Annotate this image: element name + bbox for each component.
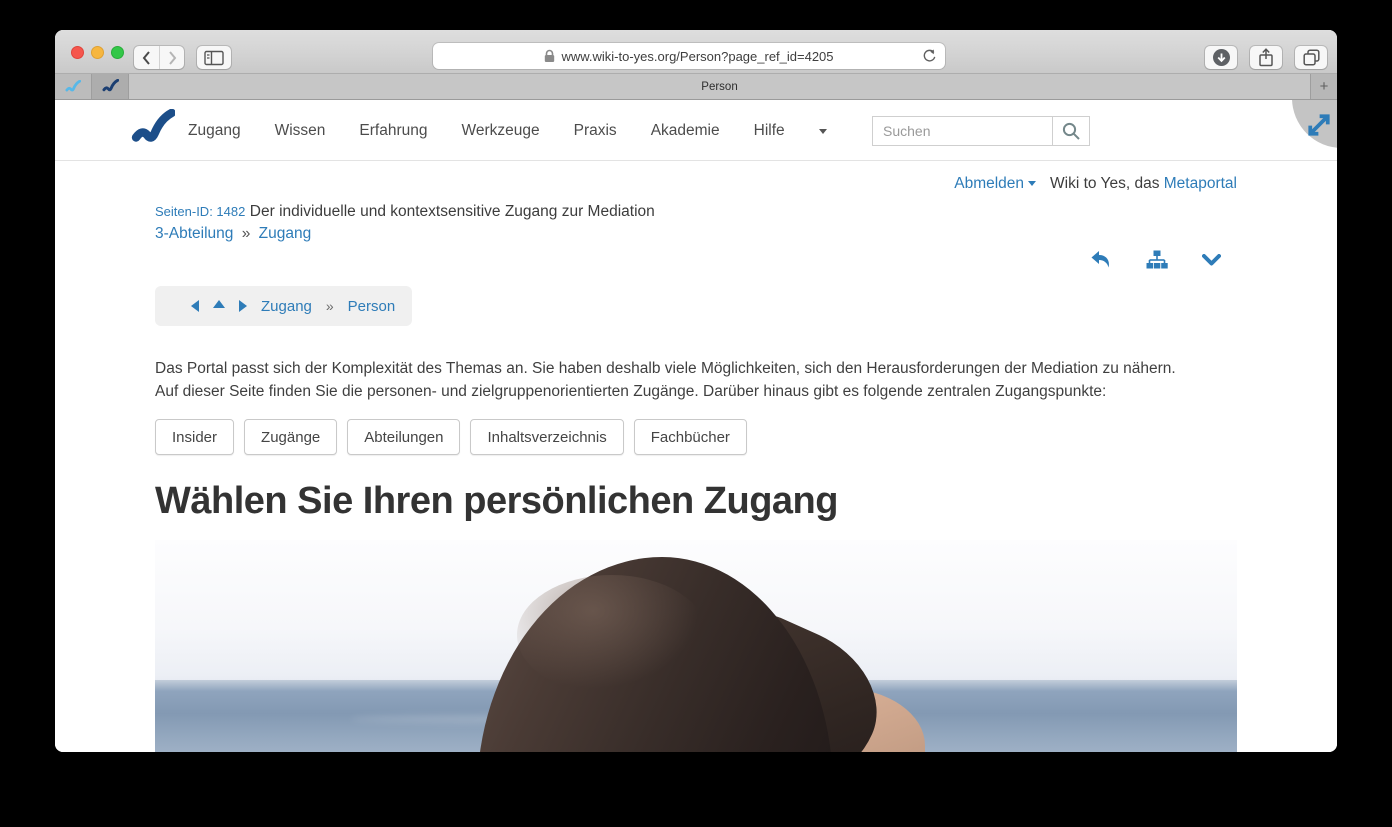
meta-separator: » [238, 225, 255, 242]
hero-photo-woman-looking-at-sea [155, 540, 1237, 752]
button-abteilungen[interactable]: Abteilungen [347, 419, 460, 455]
section-heading: Wählen Sie Ihren persönlichen Zugang [155, 480, 1237, 523]
undo-icon [1090, 250, 1112, 270]
menu-item-praxis[interactable]: Praxis [574, 122, 617, 140]
page-meta: Seiten-ID: 1482 Der individuelle und kon… [155, 201, 1237, 245]
lock-icon [544, 49, 555, 63]
page-subtitle: Der individuelle und kontextsensitive Zu… [250, 203, 655, 220]
plus-icon: + [1320, 78, 1329, 95]
collapse-button[interactable] [1202, 254, 1221, 267]
url-text: www.wiki-to-yes.org/Person?page_ref_id=4… [561, 49, 833, 64]
search-button[interactable] [1052, 116, 1090, 146]
web-page: Zugang Wissen Erfahrung Werkzeuge Praxis… [55, 100, 1337, 752]
breadcrumb-next-icon[interactable] [239, 300, 247, 312]
button-insider[interactable]: Insider [155, 419, 234, 455]
pinned-tab-2[interactable] [92, 74, 129, 99]
breadcrumb-prev-icon[interactable] [191, 300, 199, 312]
button-zugaenge[interactable]: Zugänge [244, 419, 337, 455]
intro-paragraph: Das Portal passt sich der Komplexität de… [155, 357, 1237, 403]
browser-window: www.wiki-to-yes.org/Person?page_ref_id=4… [55, 30, 1337, 752]
download-icon [1213, 49, 1230, 66]
reload-icon [922, 49, 936, 63]
menu-item-erfahrung[interactable]: Erfahrung [359, 122, 427, 140]
menu-item-werkzeuge[interactable]: Werkzeuge [461, 122, 539, 140]
page-id-label: Seiten-ID: 1482 [155, 204, 245, 219]
menu-more-caret-icon[interactable] [819, 129, 827, 134]
search-input[interactable] [872, 116, 1052, 146]
window-minimize-button[interactable] [91, 46, 104, 59]
back-button[interactable] [134, 46, 159, 69]
section-target-link[interactable]: Zugang [259, 225, 312, 242]
pinned-tab-1-checkmark-icon [65, 80, 81, 94]
wiki-to-yes-logo-checkmark-icon[interactable] [131, 109, 175, 149]
logout-link[interactable]: Abmelden [954, 175, 1036, 193]
header-links: Abmelden Wiki to Yes, das Metaportal [155, 175, 1237, 193]
menu-item-hilfe[interactable]: Hilfe [754, 122, 785, 140]
history-nav-group [134, 46, 184, 69]
pinned-tab-1[interactable] [55, 74, 92, 99]
tab-title: Person [701, 81, 737, 93]
site-navigation: Zugang Wissen Erfahrung Werkzeuge Praxis… [55, 100, 1337, 161]
quick-link-buttons: Insider Zugänge Abteilungen Inhaltsverze… [155, 419, 1237, 455]
site-search [872, 116, 1090, 146]
search-icon [1062, 122, 1081, 141]
window-zoom-button[interactable] [111, 46, 124, 59]
section-link[interactable]: 3-Abteilung [155, 225, 233, 242]
menu-item-zugang[interactable]: Zugang [188, 122, 241, 140]
forward-chevron-icon [166, 50, 178, 66]
tab-overview-button[interactable] [1295, 46, 1327, 69]
back-chevron-icon [141, 50, 153, 66]
menu-item-akademie[interactable]: Akademie [651, 122, 720, 140]
tab-bar: Person + [55, 74, 1337, 100]
menu-item-wissen[interactable]: Wissen [275, 122, 326, 140]
window-close-button[interactable] [71, 46, 84, 59]
breadcrumb: Zugang » Person [155, 286, 412, 326]
button-inhaltsverzeichnis[interactable]: Inhaltsverzeichnis [470, 419, 623, 455]
intro-line-1: Das Portal passt sich der Komplexität de… [155, 357, 1237, 380]
downloads-button[interactable] [1205, 46, 1237, 69]
forward-button[interactable] [159, 46, 184, 69]
share-button[interactable] [1250, 46, 1282, 69]
logout-caret-icon [1028, 181, 1036, 186]
sitemap-icon [1146, 250, 1168, 270]
share-icon [1258, 48, 1274, 67]
reload-button[interactable] [922, 49, 936, 63]
breadcrumb-separator: » [326, 298, 334, 314]
new-tab-button[interactable]: + [1311, 74, 1337, 99]
site-tagline: Wiki to Yes, das Metaportal [1050, 175, 1237, 193]
undo-button[interactable] [1090, 250, 1112, 270]
sidebar-icon [204, 50, 224, 66]
expand-arrows-icon [1304, 110, 1334, 140]
page-action-icons [1090, 250, 1221, 270]
breadcrumb-link-zugang[interactable]: Zugang [261, 298, 312, 315]
breadcrumb-current-person[interactable]: Person [348, 298, 396, 315]
button-fachbuecher[interactable]: Fachbücher [634, 419, 747, 455]
tab-person[interactable]: Person [129, 74, 1311, 99]
metaportal-link[interactable]: Metaportal [1164, 175, 1237, 192]
main-menu: Zugang Wissen Erfahrung Werkzeuge Praxis… [188, 100, 827, 161]
pinned-tab-2-checkmark-icon [102, 79, 119, 94]
structure-button[interactable] [1146, 250, 1168, 270]
intro-line-2: Auf dieser Seite finden Sie die personen… [155, 380, 1237, 403]
browser-toolbar: www.wiki-to-yes.org/Person?page_ref_id=4… [55, 30, 1337, 74]
chevron-down-icon [1202, 254, 1221, 267]
breadcrumb-up-icon[interactable] [213, 300, 225, 308]
sidebar-toggle-button[interactable] [197, 46, 231, 69]
tab-overview-icon [1303, 49, 1320, 66]
address-bar[interactable]: www.wiki-to-yes.org/Person?page_ref_id=4… [433, 43, 945, 69]
